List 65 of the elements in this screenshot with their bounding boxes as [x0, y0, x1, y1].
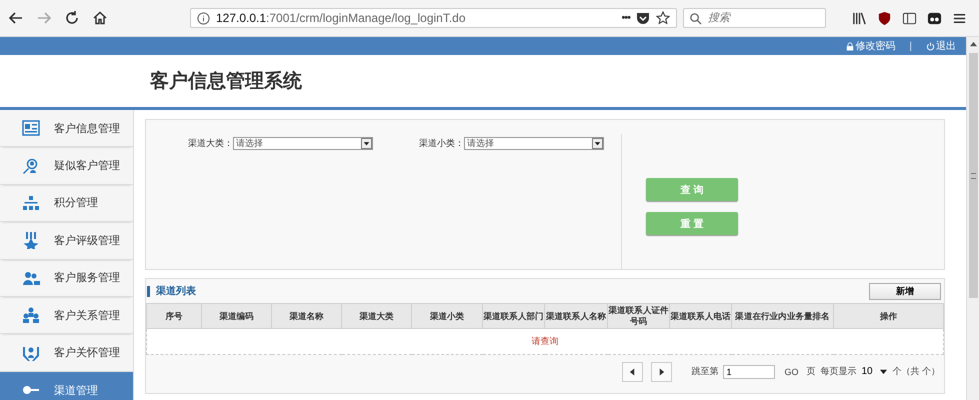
empty-message: 请查询 — [146, 328, 944, 354]
id-card-icon — [22, 119, 40, 138]
extension-icon[interactable] — [927, 10, 942, 26]
per-page-label: 每页显示 — [820, 365, 856, 378]
dropdown-arrow-icon — [880, 368, 888, 375]
change-password-link[interactable]: 修改密码 — [846, 39, 896, 53]
page-input[interactable]: 1 — [723, 364, 776, 378]
next-page-button[interactable] — [651, 362, 672, 382]
sidebar-icon[interactable] — [902, 10, 917, 26]
search-field[interactable]: 搜索 — [683, 8, 826, 28]
home-icon[interactable] — [92, 10, 108, 26]
select-field[interactable]: 请选择 — [464, 137, 604, 150]
sidebar-item[interactable]: 客户信息管理 — [0, 110, 133, 148]
column-header: 序号 — [146, 304, 202, 328]
column-header: 渠道在行业内业务量排名 — [732, 304, 834, 328]
page-actions-icon[interactable]: ••• — [621, 12, 630, 24]
sidebar-item[interactable]: 客户评级管理 — [0, 222, 133, 260]
info-icon[interactable] — [197, 12, 210, 24]
column-header: 渠道小类 — [412, 304, 482, 328]
scrollbar[interactable] — [966, 37, 979, 400]
logout-link[interactable]: 退出 — [926, 39, 956, 53]
sidebar-item[interactable]: 客户关系管理 — [0, 296, 133, 334]
sidebar-item[interactable]: 疑似客户管理 — [0, 147, 133, 185]
total-count: 个（共 个） — [892, 365, 940, 378]
column-header: 渠道联系人电话 — [670, 304, 732, 328]
separator: | — [909, 40, 912, 52]
scroll-up-icon[interactable] — [970, 41, 976, 48]
column-header: 渠道名称 — [272, 304, 342, 328]
shield-icon[interactable] — [877, 10, 892, 26]
scroll-thumb[interactable] — [968, 53, 978, 298]
add-button[interactable]: 新增 — [869, 282, 941, 300]
reload-icon[interactable] — [64, 10, 80, 26]
power-icon — [926, 42, 935, 50]
per-page-select[interactable]: 10 — [861, 365, 888, 378]
go-link[interactable]: GO — [784, 366, 798, 376]
group-icon — [22, 306, 40, 324]
sidebar-item[interactable]: 客户服务管理 — [0, 260, 133, 297]
column-header: 操作 — [834, 304, 944, 328]
previous-page-button[interactable] — [622, 362, 644, 382]
sidebar-item[interactable]: 积分管理 — [0, 184, 133, 222]
column-header: 渠道联系人名称 — [544, 304, 608, 328]
sidebar-item[interactable]: 渠道管理 — [0, 372, 133, 400]
column-header: 渠道编码 — [202, 304, 272, 328]
goto-label: 跳至第 — [691, 365, 718, 378]
address-bar[interactable]: 127.0.0.1:7001/crm/loginManage/log_loginT.do ••• — [190, 8, 677, 28]
medal-icon — [22, 231, 40, 250]
left-triangle-icon — [629, 368, 636, 376]
library-icon[interactable] — [852, 10, 867, 26]
app-title: 客户信息管理系统 — [150, 70, 302, 94]
filter-label: 渠道小类： — [419, 137, 464, 150]
column-header: 渠道联系人证件号码 — [608, 304, 670, 328]
pocket-icon[interactable] — [636, 11, 650, 25]
list-title: 渠道列表 — [147, 286, 196, 296]
back-icon[interactable] — [8, 10, 24, 26]
bookmark-star-icon[interactable] — [656, 11, 670, 25]
org-chart-icon — [22, 194, 40, 212]
person-search-icon — [22, 156, 40, 175]
search-icon — [689, 12, 702, 25]
column-header: 渠道联系人部门 — [482, 304, 544, 328]
select-field[interactable]: 请选择 — [233, 137, 373, 150]
lock-icon — [846, 42, 854, 50]
column-header: 渠道大类 — [342, 304, 412, 328]
page-unit: 页 — [806, 365, 816, 378]
filter-label: 渠道大类： — [188, 137, 233, 150]
right-triangle-icon — [658, 368, 666, 376]
